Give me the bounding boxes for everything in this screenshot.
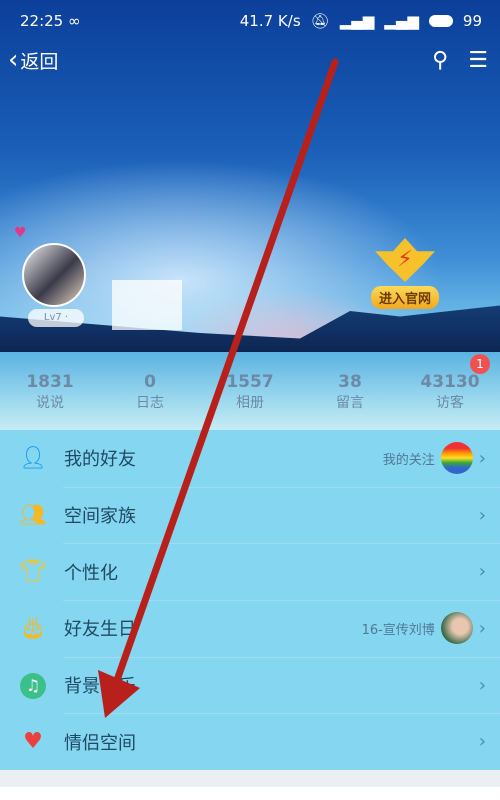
stats-bar: 1831 说说 0 日志 1557 相册 38 留言 1 43130 访客 [0, 354, 500, 414]
menu-item-friend-birthday[interactable]: 🎂︎ 好友生日 16-宣传刘博 › [0, 600, 500, 657]
clock: 22:25 [20, 12, 64, 30]
stat-diary[interactable]: 0 日志 [100, 372, 200, 414]
heart-icon: ♥ [23, 729, 43, 755]
friend-thumbnail [440, 612, 473, 645]
notification-badge: 1 [470, 354, 490, 374]
menu-item-personalize[interactable]: 👕︎ 个性化 › [0, 543, 500, 600]
menu-item-background-music[interactable]: ♫ 背景音乐 › [0, 656, 500, 714]
person-icon: 👤︎ [19, 445, 47, 471]
stat-shuoshuo[interactable]: 1831 说说 [0, 372, 100, 414]
menu-icon[interactable]: ☰ [468, 48, 488, 73]
chevron-right-icon: › [478, 731, 486, 753]
username-redacted [112, 280, 182, 330]
back-button[interactable]: ‹ 返回 [8, 45, 58, 75]
chevron-right-icon: › [478, 617, 486, 639]
signal-4g-icon: ▂▄▆ [384, 12, 419, 30]
menu-item-my-friends[interactable]: 👤︎ 我的好友 我的关注 › [0, 430, 500, 487]
stat-messages[interactable]: 38 留言 [300, 372, 400, 414]
menu-list: 👤︎ 我的好友 我的关注 › 👥︎ 空间家族 › 👕︎ 个性化 › 🎂︎ 好友生… [0, 430, 500, 770]
music-icon: ♫ [18, 672, 48, 699]
back-label: 返回 [20, 50, 59, 73]
loop-icon: ∞ [68, 12, 81, 30]
search-icon[interactable]: ⚲ [432, 48, 448, 73]
stat-album[interactable]: 1557 相册 [200, 372, 300, 414]
menu-item-couple-space[interactable]: ♥ 情侣空间 › [0, 713, 500, 770]
status-bar: 22:25 ∞ 41.7 K/s 🔕︎ ▂▄▆ ▂▄▆ 99 [20, 8, 482, 34]
official-site-button[interactable]: ⚡ 进入官网 [365, 238, 445, 310]
chevron-right-icon: › [478, 561, 486, 583]
avatar[interactable] [22, 243, 86, 307]
avatar-pendant-icon: ♥ [14, 225, 27, 241]
stat-visitors[interactable]: 1 43130 访客 [400, 354, 500, 414]
chevron-right-icon: › [478, 674, 486, 696]
cake-icon: 🎂︎ [19, 615, 47, 641]
shirt-icon: 👕︎ [19, 559, 47, 585]
battery-icon [428, 15, 453, 27]
group-icon: 👥︎ [19, 502, 47, 528]
following-thumbnail [440, 442, 473, 475]
lightning-icon: ⚡ [375, 238, 435, 282]
chevron-right-icon: › [478, 504, 486, 526]
network-speed: 41.7 K/s [239, 12, 301, 30]
chevron-left-icon: ‹ [8, 45, 19, 75]
signal-icon: ▂▄▆ [339, 12, 375, 30]
battery-level: 99 [462, 12, 482, 30]
chevron-right-icon: › [478, 447, 486, 469]
section-divider [0, 770, 500, 787]
official-site-label: 进入官网 [370, 286, 439, 309]
top-nav: ‹ 返回 ⚲ ☰ [8, 44, 488, 76]
level-badge: Lv7 · [28, 309, 84, 327]
menu-item-space-family[interactable]: 👥︎ 空间家族 › [0, 486, 500, 544]
mute-icon: 🔕︎ [310, 12, 330, 30]
